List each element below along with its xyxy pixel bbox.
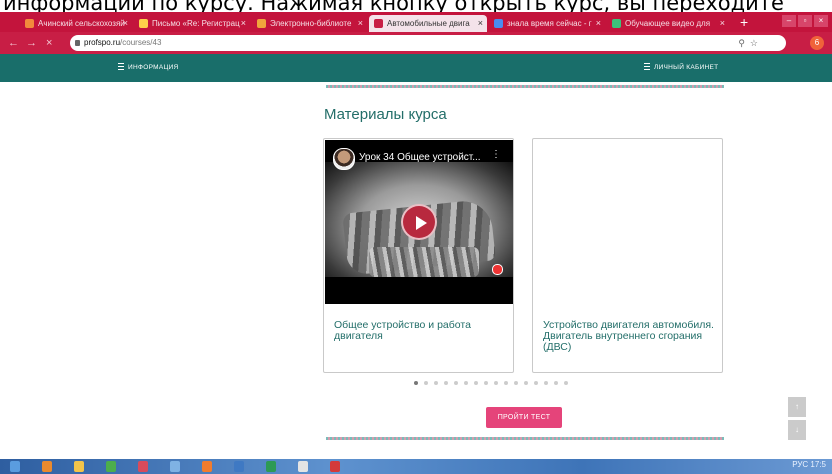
browser-tab-active[interactable]: Автомобильные двига × [369, 15, 487, 32]
taskbar-app-icon[interactable] [170, 461, 180, 472]
close-tab-icon[interactable]: × [358, 15, 363, 32]
taskbar-app-icon[interactable] [74, 461, 84, 472]
taskbar-app-icon[interactable] [42, 461, 52, 472]
os-taskbar: РУС 17:5 [0, 459, 832, 474]
close-tab-icon[interactable]: × [596, 15, 601, 32]
pagination-dot[interactable] [464, 381, 468, 385]
divider [326, 85, 724, 88]
taskbar-app-icon[interactable] [10, 461, 20, 472]
close-tab-icon[interactable]: × [478, 15, 483, 32]
browser-tab[interactable]: Письмо «Re: Регистрац × [134, 15, 250, 32]
pagination-dot[interactable] [424, 381, 428, 385]
system-tray[interactable]: РУС 17:5 [792, 460, 826, 469]
card-caption[interactable]: Устройство двигателя автомобиля. Двигате… [543, 320, 715, 353]
scroll-down-button[interactable]: ↓ [788, 420, 806, 440]
forward-icon[interactable]: → [26, 37, 37, 49]
pagination-dot[interactable] [554, 381, 558, 385]
close-tab-icon[interactable]: × [241, 15, 246, 32]
pagination-dot[interactable] [484, 381, 488, 385]
close-window-button[interactable]: × [814, 15, 828, 27]
pagination-dot[interactable] [454, 381, 458, 385]
taskbar-app-icon[interactable] [106, 461, 116, 472]
lock-icon [75, 40, 80, 46]
pagination-dot[interactable] [494, 381, 498, 385]
divider [326, 437, 724, 440]
close-tab-icon[interactable]: × [123, 15, 128, 32]
video-player[interactable]: Урок 34 Общее устройст... ⋮ [325, 140, 513, 304]
section-title: Материалы курса [324, 106, 447, 123]
taskbar-app-icon[interactable] [234, 461, 244, 472]
pagination-dot[interactable] [444, 381, 448, 385]
browser-toolbar: ← → × profspo.ru/courses/43 ⚲ ☆ 6 [0, 32, 832, 54]
take-test-button[interactable]: ПРОЙТИ ТЕСТ [486, 407, 562, 428]
video-title[interactable]: Урок 34 Общее устройст... [359, 152, 481, 163]
menu-icon [118, 63, 124, 70]
taskbar-app-icon[interactable] [202, 461, 212, 472]
more-options-icon[interactable]: ⋮ [491, 149, 501, 160]
minimize-button[interactable]: – [782, 15, 796, 27]
browser-tab[interactable]: Обучающее видео для × [607, 15, 729, 32]
carousel-pagination [414, 381, 568, 385]
bookmark-star-icon[interactable]: ☆ [750, 38, 758, 48]
nav-info[interactable]: ИНФОРМАЦИЯ [118, 54, 179, 82]
browser-tab-bar: Ачинский сельскохозяй × Письмо «Re: Регис… [0, 12, 832, 32]
address-bar[interactable]: profspo.ru/courses/43 ⚲ ☆ [70, 35, 786, 51]
extension-badge[interactable]: 6 [810, 36, 824, 50]
taskbar-app-icon[interactable] [266, 461, 276, 472]
card-caption[interactable]: Общее устройство и работа двигателя [334, 320, 506, 342]
taskbar-app-icon[interactable] [330, 461, 340, 472]
play-button[interactable] [401, 204, 437, 240]
close-tab-icon[interactable]: × [720, 15, 725, 32]
pagination-dot[interactable] [544, 381, 548, 385]
pagination-dot[interactable] [504, 381, 508, 385]
pagination-dot[interactable] [414, 381, 418, 385]
favicon [139, 19, 148, 28]
nav-personal-cabinet[interactable]: ЛИЧНЫЙ КАБИНЕТ [644, 54, 718, 82]
pagination-dot[interactable] [434, 381, 438, 385]
browser-tab[interactable]: Ачинский сельскохозяй × [20, 15, 132, 32]
site-navbar: ИНФОРМАЦИЯ ЛИЧНЫЙ КАБИНЕТ [0, 54, 832, 82]
zoom-icon[interactable]: ⚲ [738, 38, 745, 48]
channel-avatar[interactable] [333, 148, 355, 170]
pagination-dot[interactable] [514, 381, 518, 385]
scroll-up-button[interactable]: ↑ [788, 397, 806, 417]
pagination-dot[interactable] [524, 381, 528, 385]
window-controls: – ▫ × [782, 15, 828, 27]
taskbar-app-icon[interactable] [298, 461, 308, 472]
menu-icon [644, 63, 650, 70]
channel-watermark-icon [492, 264, 503, 275]
favicon [494, 19, 503, 28]
favicon [612, 19, 621, 28]
maximize-button[interactable]: ▫ [798, 15, 812, 27]
course-material-card[interactable]: Устройство двигателя автомобиля. Двигате… [532, 138, 723, 373]
favicon [25, 19, 34, 28]
pagination-dot[interactable] [564, 381, 568, 385]
pagination-dot[interactable] [534, 381, 538, 385]
favicon [257, 19, 266, 28]
browser-tab[interactable]: Электронно-библиоте × [252, 15, 367, 32]
taskbar-app-icon[interactable] [138, 461, 148, 472]
favicon [374, 19, 383, 28]
pagination-dot[interactable] [474, 381, 478, 385]
browser-tab[interactable]: знала время сейчас - г × [489, 15, 605, 32]
new-tab-button[interactable]: + [740, 14, 748, 30]
back-icon[interactable]: ← [8, 37, 19, 49]
reload-icon[interactable]: × [46, 37, 52, 49]
course-material-card[interactable]: Урок 34 Общее устройст... ⋮ Общее устрой… [323, 138, 514, 373]
